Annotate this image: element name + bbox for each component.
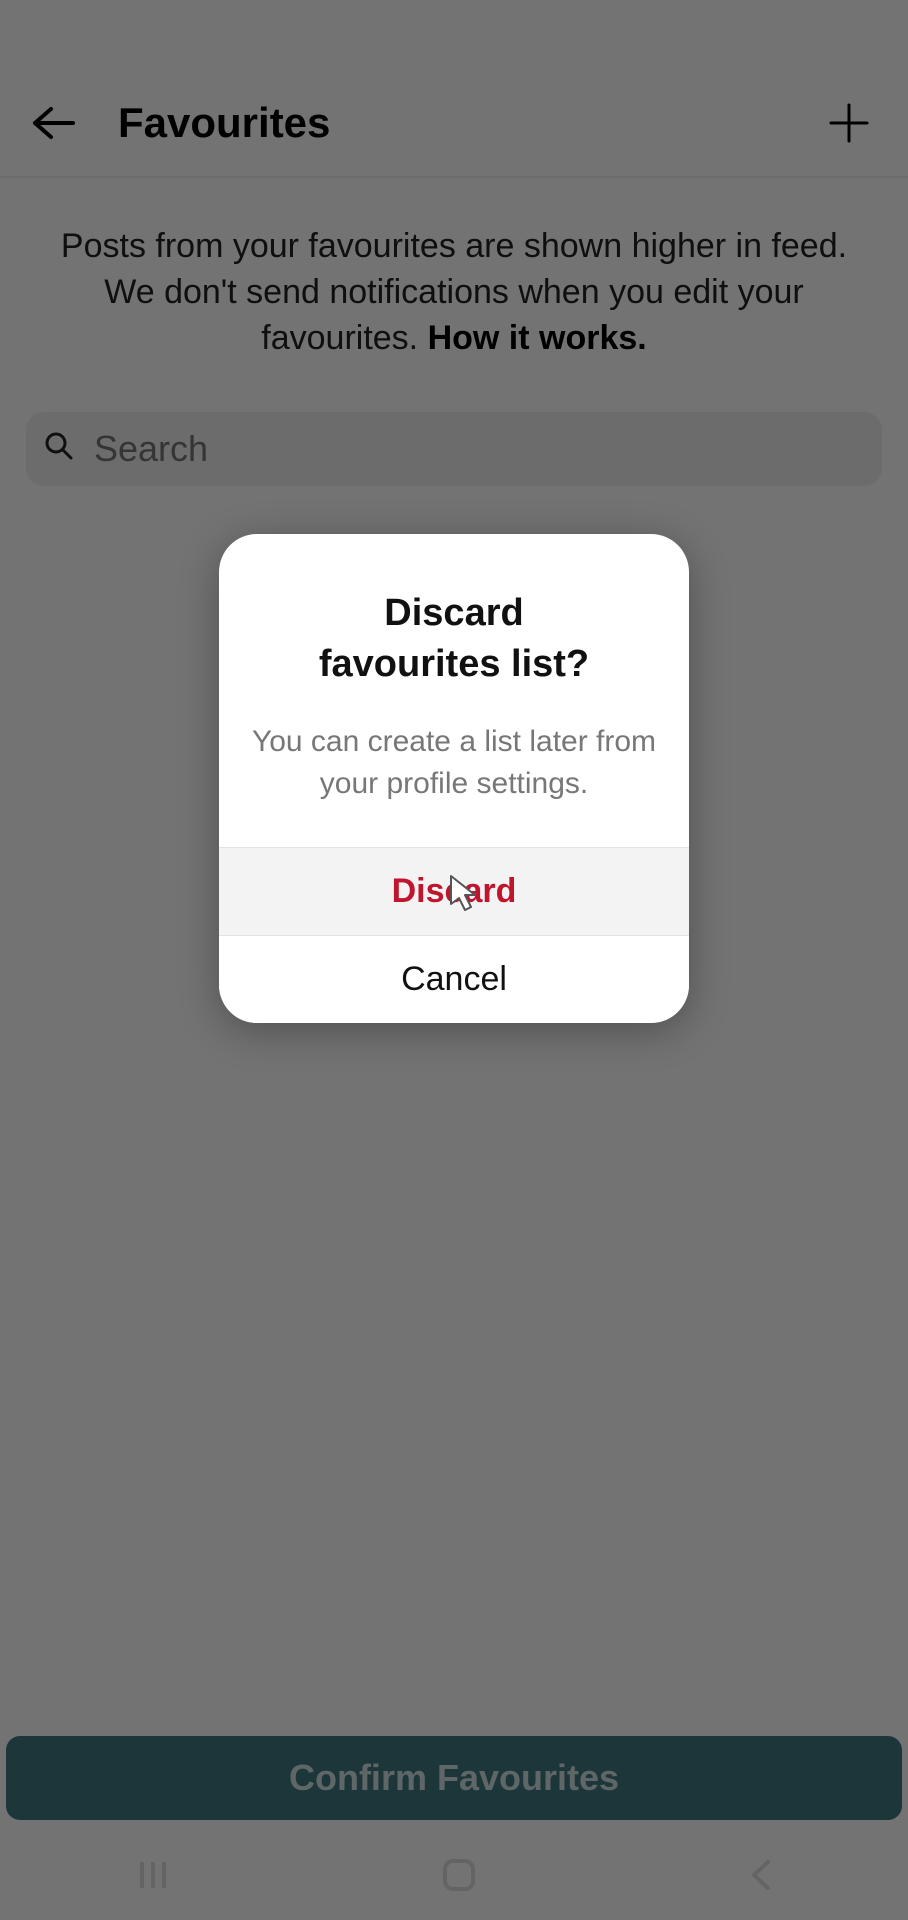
modal-overlay[interactable]: Discard favourites list? You can create … (0, 0, 908, 1920)
dialog-title: Discard favourites list? (245, 588, 663, 691)
dialog-message: You can create a list later from your pr… (245, 721, 663, 805)
dialog-body: Discard favourites list? You can create … (219, 534, 689, 847)
dialog-title-line1: Discard (384, 592, 523, 634)
dialog-title-line2: favourites list? (319, 643, 589, 685)
discard-dialog: Discard favourites list? You can create … (219, 534, 689, 1023)
screen: 7:05 47% (0, 0, 908, 1920)
cancel-button[interactable]: Cancel (219, 935, 689, 1023)
discard-button[interactable]: Discard (219, 847, 689, 935)
